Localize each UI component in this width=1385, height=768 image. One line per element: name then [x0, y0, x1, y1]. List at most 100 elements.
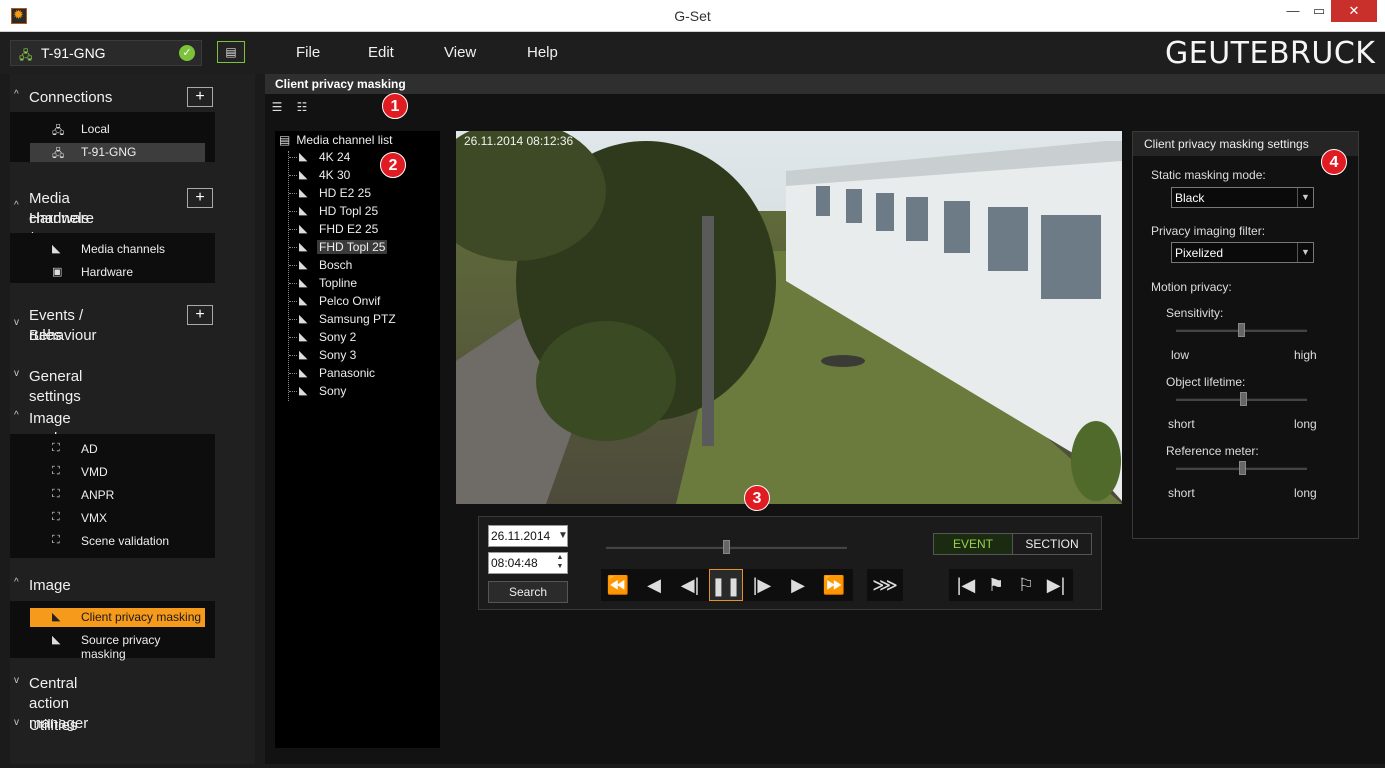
- item-label: VMX: [81, 511, 108, 525]
- connection-selector[interactable]: 🖧 T-91-GNG ✓: [10, 40, 202, 66]
- lifetime-min-label: short: [1168, 417, 1195, 431]
- nav-item-source-privacy-masking[interactable]: ◣ Source privacy masking: [30, 631, 205, 661]
- nav-item-scene-validation[interactable]: ⛶ Scene validation: [30, 532, 205, 551]
- nav-item-vmd[interactable]: ⛶ VMD: [30, 463, 205, 482]
- add-connection-button[interactable]: +: [187, 87, 213, 107]
- fast-forward-button[interactable]: ⏩: [817, 569, 851, 601]
- processors-list: ◣ Client privacy masking ◣ Source privac…: [10, 601, 215, 661]
- nav-item-anpr[interactable]: ⛶ ANPR: [30, 486, 205, 505]
- menu-view[interactable]: View: [444, 44, 476, 61]
- close-button[interactable]: ✕: [1331, 0, 1377, 22]
- lifetime-max-label: long: [1294, 417, 1317, 431]
- nav-item-media-channels[interactable]: ◣ Media channels: [30, 240, 205, 259]
- tree-item-label: Sony 3: [319, 348, 357, 362]
- callout-badge-1: 1: [382, 93, 408, 119]
- save-button[interactable]: ▤: [217, 41, 245, 63]
- tree-connector: [289, 283, 297, 284]
- left-navigation: ^ Connections + 🖧 Local 🖧 T-91-GNG ^ Med…: [10, 74, 255, 764]
- event-mode-button[interactable]: EVENT: [933, 533, 1013, 555]
- connections-list: 🖧 Local 🖧 T-91-GNG: [10, 112, 215, 162]
- step-backward-button[interactable]: ◀|: [673, 569, 707, 601]
- sensitivity-slider-thumb[interactable]: [1238, 323, 1245, 337]
- search-button[interactable]: Search: [488, 581, 568, 603]
- nav-item-vmx[interactable]: ⛶ VMX: [30, 509, 205, 528]
- tree-item-label: Bosch: [319, 258, 353, 272]
- lifetime-slider-thumb[interactable]: [1240, 392, 1247, 406]
- select-value: Pixelized: [1175, 246, 1224, 260]
- tree-item-label: Topline: [319, 276, 358, 290]
- go-to-start-button[interactable]: |◀: [949, 569, 983, 601]
- tree-item-label: Pelco Onvif: [319, 294, 381, 308]
- timeline-slider-thumb[interactable]: [723, 540, 730, 554]
- tree-item-label: HD Topl 25: [319, 204, 379, 218]
- top-bar: 🖧 T-91-GNG ✓ ▤ File Edit View Help GEUTE…: [0, 32, 1385, 74]
- pause-icon: ❚❚: [710, 576, 742, 596]
- analyzer-icon: ⛶: [52, 488, 60, 500]
- menu-help[interactable]: Help: [527, 44, 558, 61]
- step-forward-button[interactable]: |▶: [745, 569, 779, 601]
- nav-item-local[interactable]: 🖧 Local: [30, 120, 205, 139]
- play-backward-button[interactable]: ◀: [637, 569, 671, 601]
- filter-select[interactable]: Pixelized ▼: [1171, 242, 1314, 263]
- application: 🖧 T-91-GNG ✓ ▤ File Edit View Help GEUTE…: [0, 32, 1385, 768]
- event-navigation-controls: |◀ ⚑ ⚐ ▶|: [949, 569, 1073, 601]
- nav-item-ad[interactable]: ⛶ AD: [30, 440, 205, 459]
- tree-connector: [289, 265, 297, 266]
- reference-slider-thumb[interactable]: [1239, 461, 1246, 475]
- nav-item-client-privacy-masking[interactable]: ◣ Client privacy masking: [30, 608, 205, 627]
- playback-panel: ▼ ▲ ▼ Search EVENT SECTION ⏪ ◀ ◀| ❚❚ |▶ …: [478, 516, 1102, 610]
- add-media-button[interactable]: +: [187, 188, 213, 208]
- time-down-icon[interactable]: ▼: [554, 563, 566, 572]
- remove-mask-button[interactable]: ☷: [291, 100, 313, 118]
- video-view[interactable]: 26.11.2014 08:12:36: [456, 131, 1122, 504]
- static-mode-select[interactable]: Black ▼: [1171, 187, 1314, 208]
- next-event-button[interactable]: ⚐: [1009, 569, 1043, 601]
- chevron-up-icon: ^: [14, 200, 19, 211]
- previous-event-button[interactable]: ⚑: [979, 569, 1013, 601]
- tree-root[interactable]: ▤ Media channel list: [279, 133, 392, 147]
- fast-rewind-button[interactable]: ⏪: [601, 569, 635, 601]
- chevron-down-icon: ▼: [1297, 188, 1313, 207]
- camera-icon: ◣: [299, 241, 308, 253]
- chevron-up-icon: ^: [14, 89, 19, 100]
- go-to-end-button[interactable]: ▶|: [1039, 569, 1073, 601]
- item-label: AD: [81, 442, 98, 456]
- add-event-button[interactable]: +: [187, 305, 213, 325]
- item-label: ANPR: [81, 488, 115, 502]
- item-label: Client privacy masking: [81, 610, 202, 624]
- nav-item-t91gng[interactable]: 🖧 T-91-GNG: [30, 143, 205, 162]
- camera-icon: ◣: [52, 243, 61, 255]
- tree-item-label: HD E2 25: [319, 186, 372, 200]
- date-picker[interactable]: ▼: [488, 525, 568, 547]
- reference-label: Reference meter:: [1166, 444, 1259, 458]
- camera-image: [456, 131, 1122, 504]
- item-label: T-91-GNG: [81, 145, 137, 159]
- chevron-up-icon: ^: [14, 410, 19, 421]
- item-label: Local: [81, 122, 110, 136]
- jump-to-live-button[interactable]: ⋙: [868, 569, 902, 601]
- play-button[interactable]: ▶: [781, 569, 815, 601]
- video-timestamp: 26.11.2014 08:12:36: [464, 134, 574, 148]
- tree-item-label: FHD Topl 25: [317, 240, 388, 254]
- time-up-icon[interactable]: ▲: [554, 554, 566, 563]
- pause-button[interactable]: ❚❚: [709, 569, 743, 601]
- chevron-down-icon: v: [14, 317, 19, 328]
- add-mask-button[interactable]: ☰: [266, 100, 288, 118]
- date-field[interactable]: [488, 525, 568, 547]
- tree-connector: [289, 373, 297, 374]
- media-channel-tree: ▤ Media channel list ◣ 4K 24 ◣ 4K 30 ◣ HD E2 2…: [275, 131, 440, 748]
- connected-check-icon: ✓: [179, 45, 195, 61]
- tree-connector: [289, 301, 297, 302]
- menu-file[interactable]: File: [296, 44, 320, 61]
- menu-edit[interactable]: Edit: [368, 44, 394, 61]
- sensitivity-max-label: high: [1294, 348, 1317, 362]
- lifetime-label: Object lifetime:: [1166, 375, 1246, 389]
- section-mode-button[interactable]: SECTION: [1012, 533, 1092, 555]
- time-picker[interactable]: ▲ ▼: [488, 552, 568, 574]
- jump-to-live-icon: ⋙: [872, 575, 898, 595]
- connection-icon: 🖧: [19, 48, 33, 62]
- maximize-button[interactable]: ▭: [1304, 0, 1334, 22]
- camera-icon: ◣: [299, 367, 308, 379]
- item-label: Media channels: [81, 242, 166, 256]
- nav-item-hardware[interactable]: ▣ Hardware: [30, 263, 205, 282]
